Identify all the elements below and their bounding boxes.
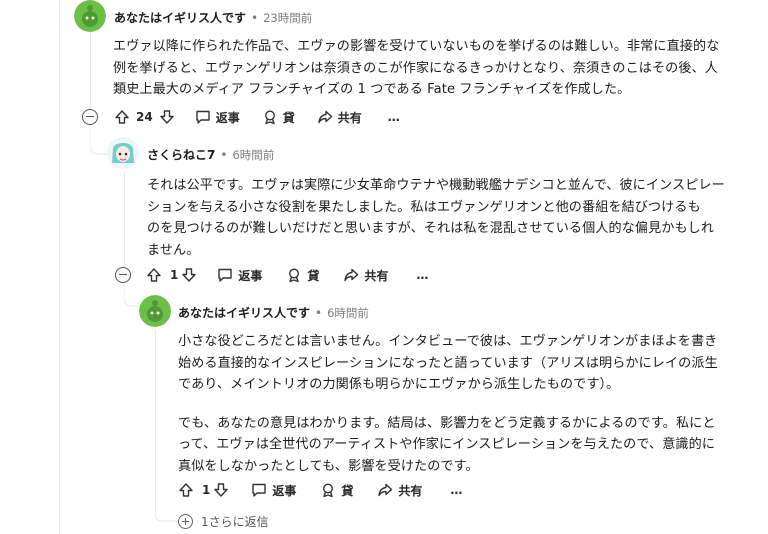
award-label: 貸	[341, 483, 354, 498]
share-icon	[318, 110, 332, 124]
timestamp[interactable]: 6時間前	[327, 305, 369, 321]
award-icon	[289, 268, 300, 283]
downvote-button[interactable]	[213, 482, 229, 498]
avatar[interactable]	[107, 137, 139, 169]
thread-line	[124, 172, 125, 272]
share-label: 共有	[364, 268, 389, 283]
vote-count: 1	[202, 483, 211, 497]
downvote-icon	[182, 268, 197, 282]
avatar[interactable]	[74, 0, 106, 32]
comment-line: ションを与える小さな役割を果たしました。私はエヴァンゲリオンと他の番組を結びつけ…	[147, 199, 701, 215]
downvote-icon	[160, 110, 174, 124]
author-name[interactable]: さくらねこ7	[147, 146, 215, 163]
comment-meta: あなたはイギリス人です • 6時間前	[178, 304, 369, 321]
award-button[interactable]: 貸	[286, 267, 319, 284]
comment-actions: 1 返事 貸 共有 …	[178, 478, 462, 502]
comment-body: それは公平です。エヴァは実際に少女革命ウテナや機動戦艦ナデシコと並んで、彼にイン…	[147, 175, 757, 261]
more-replies-link[interactable]: 1さらに返信	[178, 513, 269, 530]
award-label: 貸	[282, 110, 295, 125]
share-button[interactable]: 共有	[343, 267, 388, 284]
timestamp[interactable]: 6時間前	[232, 147, 274, 163]
upvote-button[interactable]	[178, 482, 194, 498]
comment-line: でも、あなたの意見はわかります。結局は、影響力をどう定義するかによるのです。私に…	[178, 415, 716, 431]
award-icon	[264, 110, 275, 125]
comment-line: ません。	[147, 242, 200, 258]
award-icon	[323, 483, 334, 498]
author-name[interactable]: あなたはイギリス人です	[178, 304, 310, 321]
reply-button[interactable]: 返事	[217, 267, 262, 284]
collapse-thread-button[interactable]	[82, 109, 98, 125]
upvote-button[interactable]	[146, 267, 162, 283]
comment-line: 類史上最大のメディア フランチャイズの 1 つである Fate フランチャイズを…	[113, 82, 631, 97]
award-label: 貸	[307, 268, 320, 283]
comment-line: 例を挙げると、エヴァンゲリオンは奈須きのこが作家になるきっかけとなり、奈須きのこ…	[113, 60, 718, 76]
thread-line	[90, 30, 91, 120]
collapse-thread-button[interactable]	[115, 267, 131, 283]
share-button[interactable]: 共有	[317, 109, 362, 126]
comment-line: 真似をしなかったとしても、影響を受けたのです。	[178, 458, 479, 474]
comment-body: エヴァ以降に作られた作品で、エヴァの影響を受けていないものを挙げるのは難しい。非…	[113, 36, 763, 101]
comment-paragraph: 小さな役どころだとは言いません。インタビューで彼は、エヴァンゲリオンがまほよを書…	[178, 331, 763, 396]
award-button[interactable]: 貸	[262, 109, 295, 126]
share-button[interactable]: 共有	[377, 482, 422, 499]
comment-line: って、エヴァは全世代のアーティストや作家にインスピレーションを与えたので、意識的…	[178, 437, 716, 452]
reply-button[interactable]: 返事	[195, 109, 240, 126]
upvote-icon	[179, 483, 193, 497]
comment-line: エヴァ以降に作られた作品で、エヴァの影響を受けていないものを挙げるのは難しい。非…	[113, 39, 720, 54]
more-options-button[interactable]: …	[388, 110, 400, 124]
comment-line: それは公平です。エヴァは実際に少女革命ウテナや機動戦艦ナデシコと並んで、彼にイン…	[147, 178, 725, 193]
separator-dot: •	[315, 305, 323, 320]
comment-line: であり、メイントリオの力関係も明らかにエヴァから派生したものです）。	[178, 377, 620, 392]
downvote-button[interactable]	[181, 267, 197, 283]
more-options-button[interactable]: …	[450, 483, 462, 497]
share-icon	[344, 268, 359, 282]
avatar[interactable]	[139, 295, 171, 327]
share-label: 共有	[398, 483, 423, 498]
comment-meta: さくらねこ7 • 6時間前	[147, 146, 274, 163]
thread-line	[155, 330, 156, 510]
more-replies-label: 1さらに返信	[201, 515, 269, 529]
separator-dot: •	[220, 147, 228, 162]
upvote-icon	[147, 268, 161, 282]
comment-actions: 24 返事 貸 共有 …	[114, 105, 400, 129]
custom-avatar-icon	[107, 137, 139, 169]
downvote-button[interactable]	[159, 109, 175, 125]
snoo-green-avatar-icon	[139, 295, 171, 327]
reply-button[interactable]: 返事	[251, 482, 296, 499]
comment-line: 始める直接的なインスピレーションになったと語っています（アリスは明らかにレイの派…	[178, 355, 718, 371]
more-label: …	[450, 483, 463, 497]
upvote-button[interactable]	[114, 109, 130, 125]
thread-elbow	[155, 495, 177, 522]
upvote-icon	[115, 110, 129, 124]
more-label: …	[387, 110, 400, 124]
vote-count: 24	[136, 110, 153, 124]
reply-label: 返事	[215, 110, 240, 125]
separator-dot: •	[251, 10, 259, 25]
comment-line: のを見つけるのが難しいだけだと思いますが、それは私を混乱させている個人的な偏見か…	[147, 221, 715, 236]
comment-line: 小さな役どころだとは言いません。インタビューで彼は、エヴァンゲリオンがまほよを書…	[178, 334, 718, 349]
timestamp[interactable]: 23時間前	[263, 10, 312, 26]
plus-circle-icon	[178, 514, 193, 529]
comment-bubble-icon	[218, 268, 233, 282]
comment-paragraph: でも、あなたの意見はわかります。結局は、影響力をどう定義するかによるのです。私に…	[178, 413, 763, 478]
author-name[interactable]: あなたはイギリス人です	[114, 9, 246, 26]
award-button[interactable]: 貸	[320, 482, 353, 499]
comment-bubble-icon	[252, 483, 267, 497]
more-options-button[interactable]: …	[416, 268, 428, 282]
more-label: …	[416, 268, 429, 282]
comment-actions: 1 返事 貸 共有 …	[146, 263, 428, 287]
comment-body: 小さな役どころだとは言いません。インタビューで彼は、エヴァンゲリオンがまほよを書…	[178, 331, 763, 477]
share-icon	[378, 483, 393, 497]
thread-line	[59, 0, 60, 534]
reply-label: 返事	[238, 268, 263, 283]
comment-bubble-icon	[196, 110, 210, 124]
downvote-icon	[214, 483, 229, 497]
comment-meta: あなたはイギリス人です • 23時間前	[114, 9, 312, 26]
share-label: 共有	[337, 110, 362, 125]
reply-label: 返事	[272, 483, 297, 498]
vote-count: 1	[170, 268, 179, 282]
snoo-green-avatar-icon	[74, 0, 106, 32]
